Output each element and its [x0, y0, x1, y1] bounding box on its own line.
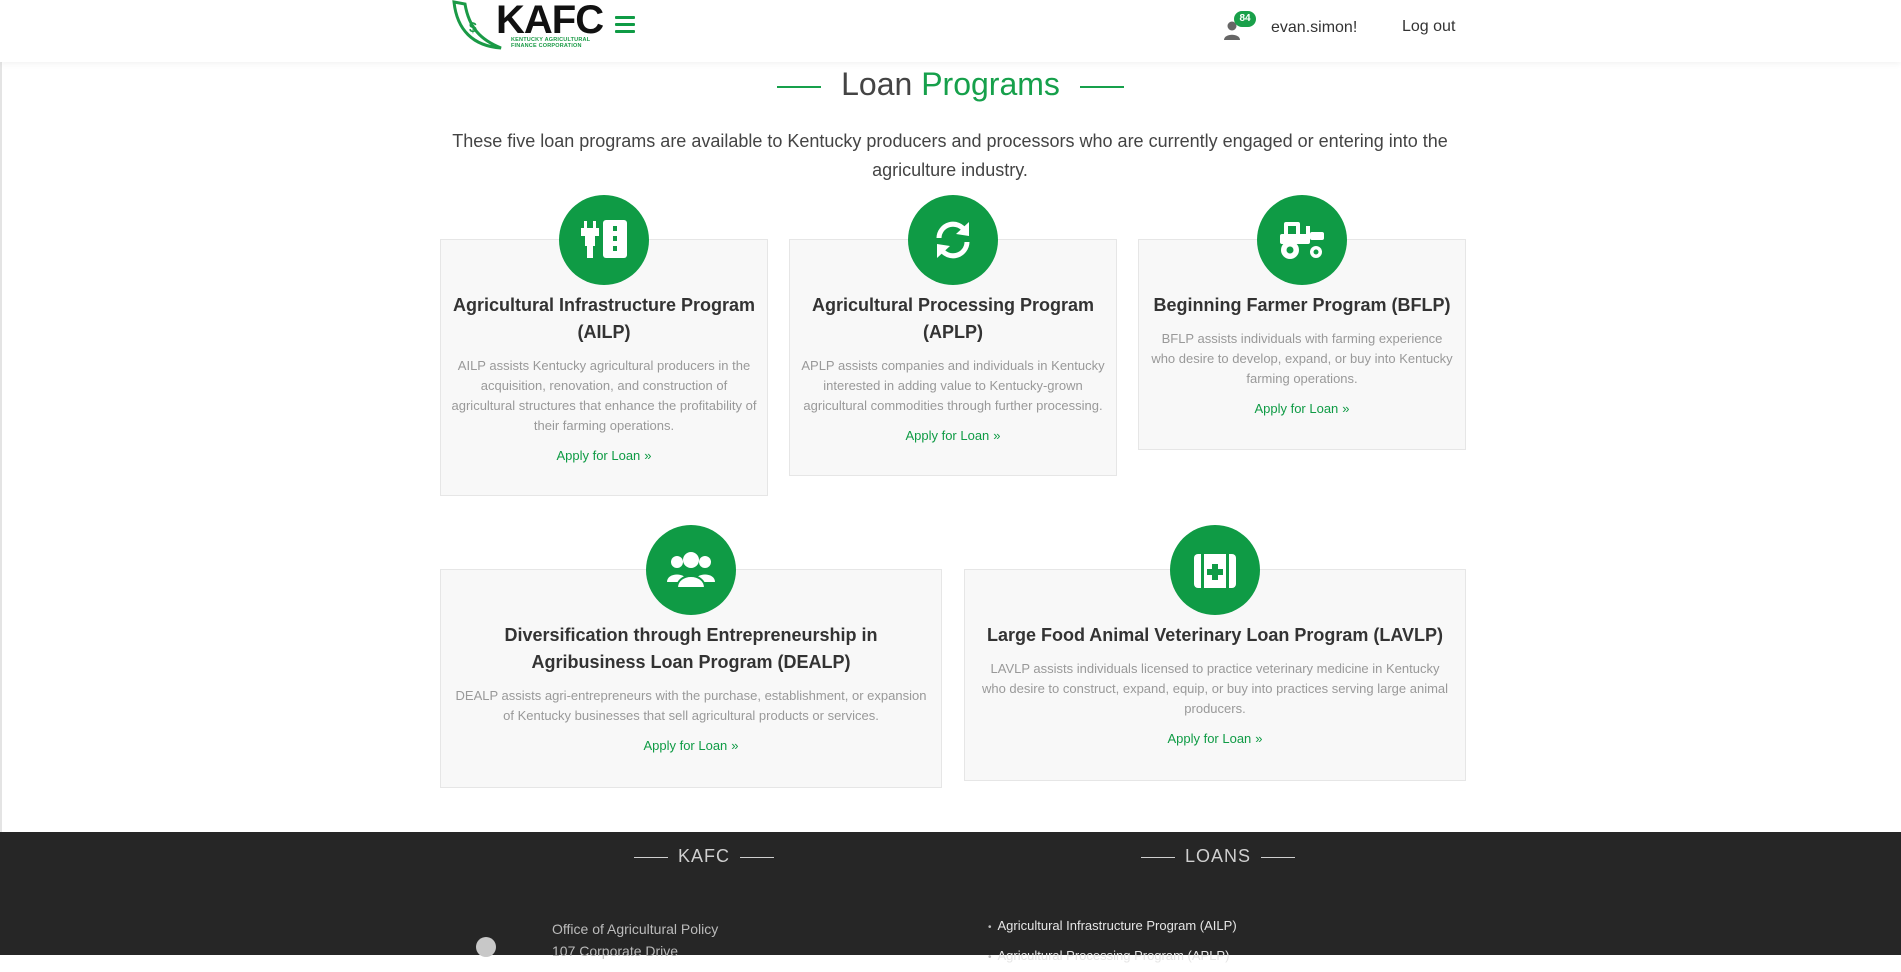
apply-for-loan-link[interactable]: Apply for Loan» [1254, 401, 1349, 416]
apply-for-loan-link[interactable]: Apply for Loan» [643, 738, 738, 753]
title-word-loan: Loan [841, 66, 913, 102]
program-title: Agricultural Infrastructure Program (AIL… [452, 295, 756, 342]
footer-loan-link[interactable]: Agricultural Infrastructure Program (AIL… [988, 912, 1237, 942]
footer-loan-links: Agricultural Infrastructure Program (AIL… [988, 912, 1237, 972]
svg-text:$: $ [469, 19, 477, 35]
title-divider-right [1079, 85, 1124, 88]
footer-loan-link[interactable]: Agricultural Processing Program (APLP) [988, 942, 1237, 972]
menu-hamburger-icon[interactable] [615, 16, 635, 34]
address-line-1: Office of Agricultural Policy [552, 921, 719, 937]
intro-text: These five loan programs are available t… [452, 131, 1448, 180]
program-description: AILP assists Kentucky agricultural produ… [451, 358, 757, 433]
footer-heading-kafc: KAFC [624, 846, 784, 867]
silo-barn-icon [559, 195, 649, 285]
logout-link[interactable]: Log out [1402, 18, 1455, 36]
double-chevron-right-icon: » [644, 448, 652, 463]
program-title: Beginning Farmer Program (BFLP) [1153, 295, 1451, 315]
page-footer: KAFC LOANS Office of Agricultural Policy… [0, 832, 1901, 963]
apply-for-loan-link[interactable]: Apply for Loan» [1167, 731, 1262, 746]
double-chevron-right-icon: » [731, 738, 739, 753]
program-title: Diversification through Entrepreneurship… [504, 625, 878, 672]
program-description: DEALP assists agri-entrepreneurs with th… [455, 688, 927, 723]
address-line-2: 107 Corporate Drive [552, 943, 679, 959]
page-left-border [0, 0, 2, 832]
program-description: APLP assists companies and individuals i… [801, 358, 1105, 413]
program-title: Large Food Animal Veterinary Loan Progra… [986, 625, 1444, 645]
program-title: Agricultural Processing Program (APLP) [811, 295, 1095, 342]
footer-address: Office of Agricultural Policy 107 Corpor… [552, 918, 718, 962]
section-title: Loan Programs [0, 64, 1901, 104]
users-group-icon [646, 525, 736, 615]
program-description: LAVLP assists individuals licensed to pr… [981, 661, 1449, 716]
tractor-icon [1257, 195, 1347, 285]
top-header: $ KAFC KENTUCKY AGRICULTURAL FINANCE COR… [0, 0, 1901, 62]
title-divider-left [777, 85, 822, 88]
notification-count-badge: 84 [1234, 11, 1256, 27]
double-chevron-right-icon: » [993, 428, 1001, 443]
apply-for-loan-link[interactable]: Apply for Loan» [556, 448, 651, 463]
username-label[interactable]: evan.simon! [1271, 19, 1357, 37]
sync-arrows-icon [908, 195, 998, 285]
footer-heading-loans: LOANS [1131, 846, 1305, 867]
logo-subtitle: KENTUCKY AGRICULTURAL FINANCE CORPORATIO… [511, 37, 591, 49]
medical-kit-icon [1170, 525, 1260, 615]
program-description: BFLP assists individuals with farming ex… [1151, 331, 1453, 386]
logo-wordmark: KAFC [496, 0, 604, 42]
double-chevron-right-icon: » [1255, 731, 1263, 746]
double-chevron-right-icon: » [1342, 401, 1350, 416]
apply-for-loan-link[interactable]: Apply for Loan» [905, 428, 1000, 443]
title-word-programs: Programs [921, 66, 1060, 102]
kafc-logo[interactable]: $ KAFC KENTUCKY AGRICULTURAL FINANCE COR… [451, 0, 604, 52]
